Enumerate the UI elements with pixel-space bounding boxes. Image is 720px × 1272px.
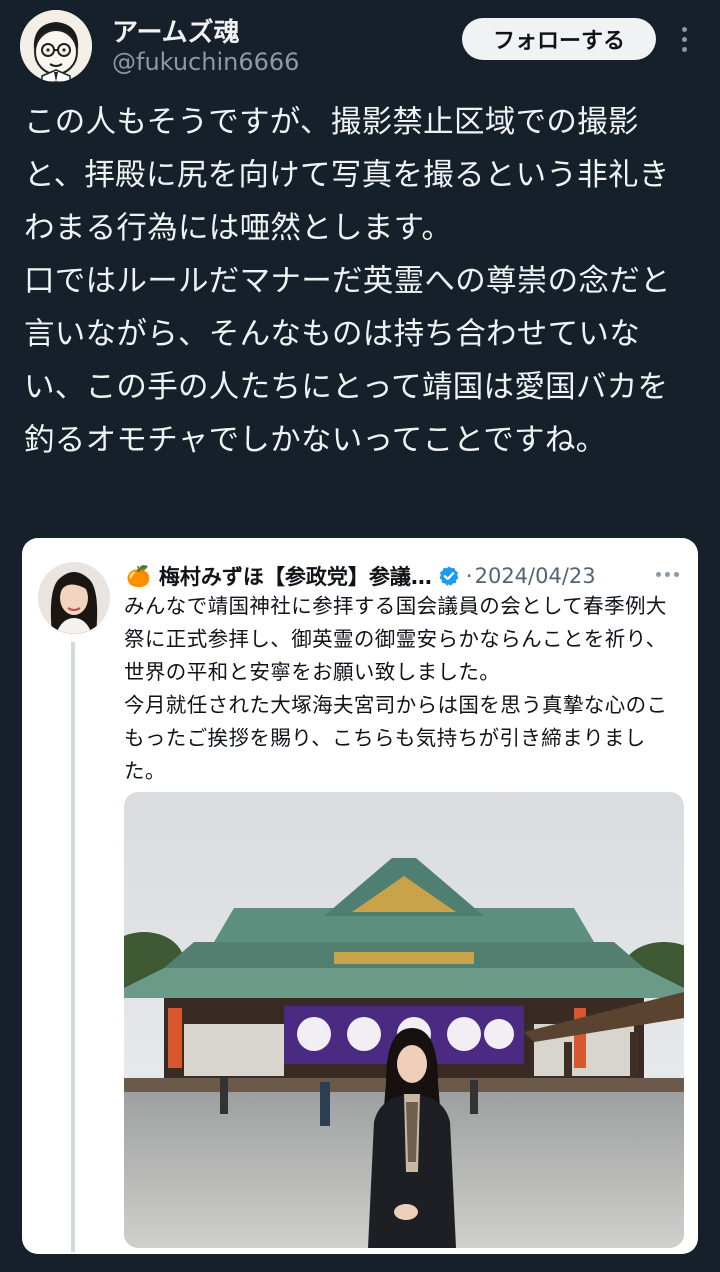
more-vertical-icon[interactable] (676, 22, 692, 62)
orange-emoji: 🍊 (126, 564, 151, 588)
verified-badge-icon (439, 566, 459, 586)
quoted-tweet-text: みんなで靖国神社に参拝する国会議員の会として春季例大祭に正式参拝し、御英霊の御霊… (124, 594, 668, 783)
quoted-user-avatar[interactable] (38, 562, 110, 634)
quoted-tweet-photo[interactable] (124, 792, 684, 1248)
tweet-header: アームズ魂 @fukuchin6666 フォローする (0, 0, 720, 92)
quoted-tweet-card[interactable]: 🍊 梅村みずほ【参政党】参議… · 2024/04/23 みんなで靖国神社に参拝… (22, 538, 698, 1254)
tweet-body-text: この人もそうですが、撮影禁止区域での撮影と、拝殿に尻を向けて写真を撮るという非礼… (24, 105, 671, 458)
quoted-display-name[interactable]: 梅村みずほ【参政党】参議… (159, 561, 432, 591)
woman-portrait-avatar-icon (38, 562, 110, 634)
quoted-date[interactable]: 2024/04/23 (475, 564, 596, 588)
user-handle[interactable]: @fukuchin6666 (112, 48, 299, 76)
quoted-tweet-header: 🍊 梅村みずほ【参政党】参議… · 2024/04/23 (126, 560, 596, 592)
more-horizontal-icon[interactable] (656, 572, 679, 577)
thread-line (71, 642, 75, 1252)
follow-button[interactable]: フォローする (462, 18, 656, 60)
display-name[interactable]: アームズ魂 (112, 12, 240, 49)
cartoon-man-avatar-icon (20, 10, 92, 82)
quoted-date-separator: · (465, 564, 473, 588)
shrine-photo-image (124, 792, 684, 1248)
user-avatar[interactable] (20, 10, 92, 82)
